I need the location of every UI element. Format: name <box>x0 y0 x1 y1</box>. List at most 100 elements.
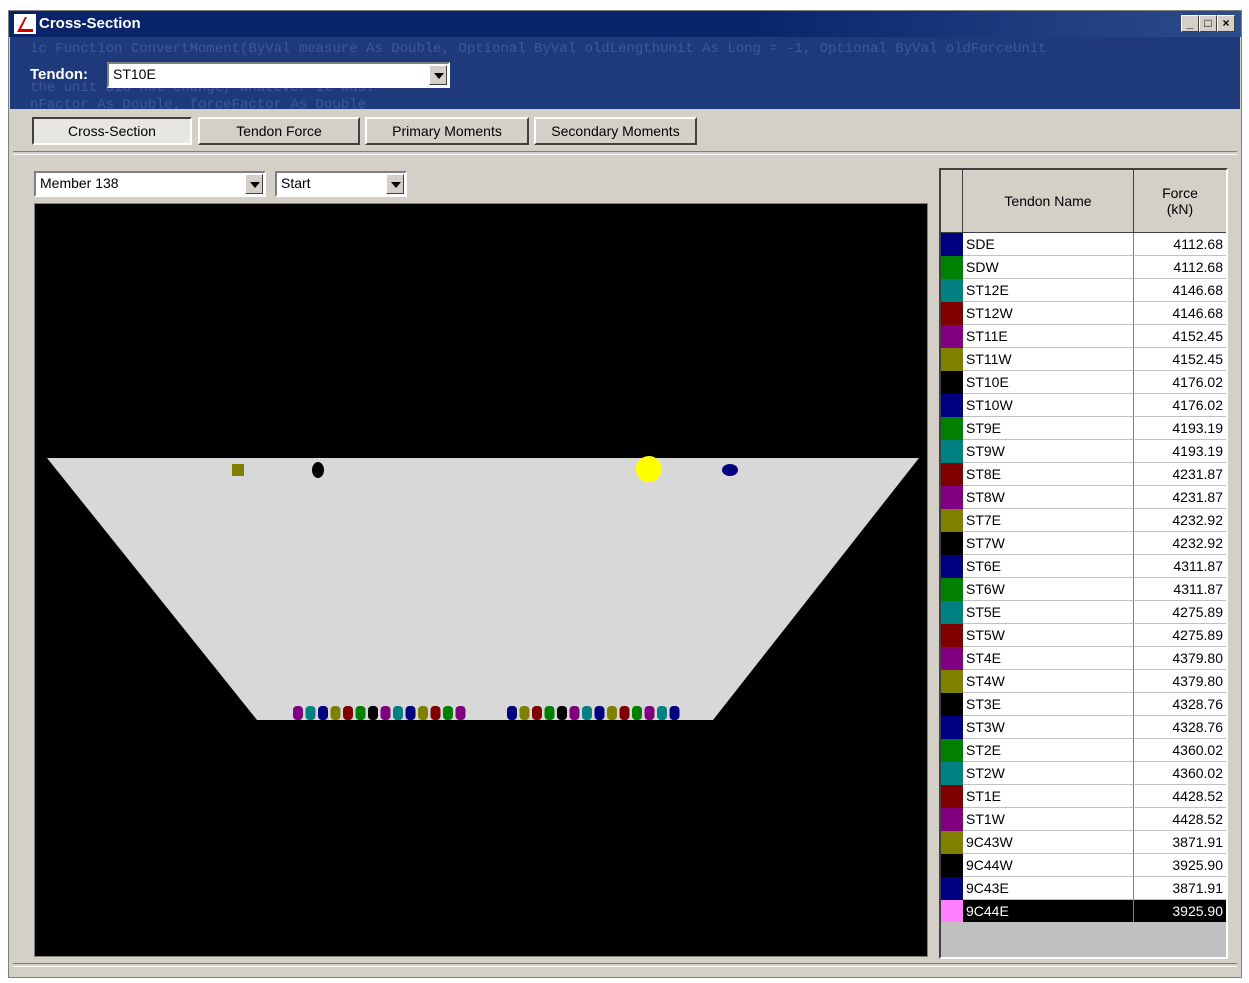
tendon-name-cell[interactable]: ST2W <box>963 762 1134 785</box>
tendon-force-cell[interactable]: 4360.02 <box>1134 762 1226 785</box>
tendon-force-cell[interactable]: 4328.76 <box>1134 716 1226 739</box>
tendon-name-cell[interactable]: ST4E <box>963 647 1134 670</box>
tendon-name-cell[interactable]: ST5E <box>963 601 1134 624</box>
table-row[interactable]: SDE 4112.68 <box>941 233 1226 256</box>
tab-tendon-force[interactable]: Tendon Force <box>198 117 360 145</box>
cross-section-canvas[interactable] <box>34 203 928 957</box>
table-row[interactable]: ST5E 4275.89 <box>941 601 1226 624</box>
tendon-name-cell[interactable]: ST2E <box>963 739 1134 762</box>
table-row[interactable]: ST4W 4379.80 <box>941 670 1226 693</box>
tendon-force-cell[interactable]: 4176.02 <box>1134 371 1226 394</box>
tendon-force-cell[interactable]: 4193.19 <box>1134 417 1226 440</box>
close-button[interactable]: × <box>1217 15 1235 32</box>
tendon-force-cell[interactable]: 4231.87 <box>1134 463 1226 486</box>
tendon-force-cell[interactable]: 4112.68 <box>1134 256 1226 279</box>
tendon-force-cell[interactable]: 4275.89 <box>1134 601 1226 624</box>
table-row[interactable]: ST2W 4360.02 <box>941 762 1226 785</box>
tendon-force-cell[interactable]: 4146.68 <box>1134 302 1226 325</box>
table-row[interactable]: ST10E 4176.02 <box>941 371 1226 394</box>
tendon-name-cell[interactable]: ST10W <box>963 394 1134 417</box>
tendon-force-cell[interactable]: 4275.89 <box>1134 624 1226 647</box>
table-row[interactable]: ST11W 4152.45 <box>941 348 1226 371</box>
table-row[interactable]: ST2E 4360.02 <box>941 739 1226 762</box>
position-select[interactable]: Start <box>275 171 407 197</box>
table-row[interactable]: 9C43W 3871.91 <box>941 831 1226 854</box>
tendon-force-cell[interactable]: 4146.68 <box>1134 279 1226 302</box>
table-row[interactable]: ST7W 4232.92 <box>941 532 1226 555</box>
table-row[interactable]: SDW 4112.68 <box>941 256 1226 279</box>
table-row[interactable]: ST1W 4428.52 <box>941 808 1226 831</box>
tendon-name-cell[interactable]: SDE <box>963 233 1134 256</box>
tendon-name-cell[interactable]: ST12W <box>963 302 1134 325</box>
table-row[interactable]: ST7E 4232.92 <box>941 509 1226 532</box>
tendon-name-cell[interactable]: ST3E <box>963 693 1134 716</box>
table-row[interactable]: 9C44W 3925.90 <box>941 854 1226 877</box>
table-row[interactable]: ST6W 4311.87 <box>941 578 1226 601</box>
tendon-name-cell[interactable]: ST1W <box>963 808 1134 831</box>
tendon-force-cell[interactable]: 3871.91 <box>1134 831 1226 854</box>
table-row[interactable]: ST8W 4231.87 <box>941 486 1226 509</box>
tendon-force-cell[interactable]: 4176.02 <box>1134 394 1226 417</box>
tendon-name-cell[interactable]: ST1E <box>963 785 1134 808</box>
tendon-force-cell[interactable]: 4112.68 <box>1134 233 1226 256</box>
table-row[interactable]: ST8E 4231.87 <box>941 463 1226 486</box>
tendon-name-cell[interactable]: 9C43E <box>963 877 1134 900</box>
chevron-down-icon[interactable] <box>429 65 447 85</box>
tendon-force-cell[interactable]: 4193.19 <box>1134 440 1226 463</box>
title-bar[interactable]: Cross-Section _ □ × <box>9 11 1241 37</box>
tendon-force-cell[interactable]: 4360.02 <box>1134 739 1226 762</box>
table-row[interactable]: 9C43E 3871.91 <box>941 877 1226 900</box>
chevron-down-icon[interactable] <box>386 174 404 194</box>
tendon-name-cell[interactable]: ST8E <box>963 463 1134 486</box>
tendon-force-cell[interactable]: 4232.92 <box>1134 509 1226 532</box>
tendon-force-cell[interactable]: 3925.90 <box>1134 854 1226 877</box>
tendon-force-cell[interactable]: 3925.90 <box>1134 900 1226 923</box>
tendon-name-cell[interactable]: ST9E <box>963 417 1134 440</box>
tendon-force-cell[interactable]: 4428.52 <box>1134 808 1226 831</box>
tendon-force-cell[interactable]: 4311.87 <box>1134 578 1226 601</box>
maximize-button[interactable]: □ <box>1199 15 1217 32</box>
table-row[interactable]: ST3W 4328.76 <box>941 716 1226 739</box>
tendon-name-cell[interactable]: ST8W <box>963 486 1134 509</box>
table-row[interactable]: ST11E 4152.45 <box>941 325 1226 348</box>
tab-cross-section[interactable]: Cross-Section <box>32 117 192 145</box>
table-row[interactable]: ST1E 4428.52 <box>941 785 1226 808</box>
table-row[interactable]: ST12W 4146.68 <box>941 302 1226 325</box>
tendon-name-cell[interactable]: ST9W <box>963 440 1134 463</box>
table-row[interactable]: 9C44E 3925.90 <box>941 900 1226 923</box>
tendon-force-cell[interactable]: 4152.45 <box>1134 348 1226 371</box>
tendon-name-cell[interactable]: ST4W <box>963 670 1134 693</box>
tab-primary-moments[interactable]: Primary Moments <box>365 117 529 145</box>
tendon-name-cell[interactable]: 9C44W <box>963 854 1134 877</box>
tendon-force-cell[interactable]: 4152.45 <box>1134 325 1226 348</box>
tendon-name-cell[interactable]: 9C43W <box>963 831 1134 854</box>
tendon-name-cell[interactable]: ST5W <box>963 624 1134 647</box>
table-row[interactable]: ST9E 4193.19 <box>941 417 1226 440</box>
tendon-name-cell[interactable]: ST11W <box>963 348 1134 371</box>
tendon-force-cell[interactable]: 4379.80 <box>1134 670 1226 693</box>
tab-secondary-moments[interactable]: Secondary Moments <box>534 117 697 145</box>
table-row[interactable]: ST4E 4379.80 <box>941 647 1226 670</box>
tendon-name-cell[interactable]: ST10E <box>963 371 1134 394</box>
minimize-button[interactable]: _ <box>1181 15 1199 32</box>
tendon-name-cell[interactable]: ST6W <box>963 578 1134 601</box>
chevron-down-icon[interactable] <box>245 174 263 194</box>
tendon-name-cell[interactable]: ST11E <box>963 325 1134 348</box>
tendon-force-cell[interactable]: 4231.87 <box>1134 486 1226 509</box>
table-row[interactable]: ST10W 4176.02 <box>941 394 1226 417</box>
tendon-name-cell[interactable]: ST12E <box>963 279 1134 302</box>
tendon-name-cell[interactable]: ST7W <box>963 532 1134 555</box>
table-row[interactable]: ST6E 4311.87 <box>941 555 1226 578</box>
tendon-force-cell[interactable]: 4232.92 <box>1134 532 1226 555</box>
member-select[interactable]: Member 138 <box>34 171 266 197</box>
tendon-force-cell[interactable]: 4328.76 <box>1134 693 1226 716</box>
table-row[interactable]: ST5W 4275.89 <box>941 624 1226 647</box>
table-row[interactable]: ST12E 4146.68 <box>941 279 1226 302</box>
tendon-force-cell[interactable]: 4311.87 <box>1134 555 1226 578</box>
tendon-force-cell[interactable]: 4428.52 <box>1134 785 1226 808</box>
tendon-name-cell[interactable]: ST3W <box>963 716 1134 739</box>
tendon-force-cell[interactable]: 4379.80 <box>1134 647 1226 670</box>
tendon-name-cell[interactable]: ST6E <box>963 555 1134 578</box>
tendon-name-cell[interactable]: 9C44E <box>963 900 1134 923</box>
tendon-force-table[interactable]: Tendon Name Force (kN) SDE 4112.68 SDW 4112… <box>939 168 1228 959</box>
